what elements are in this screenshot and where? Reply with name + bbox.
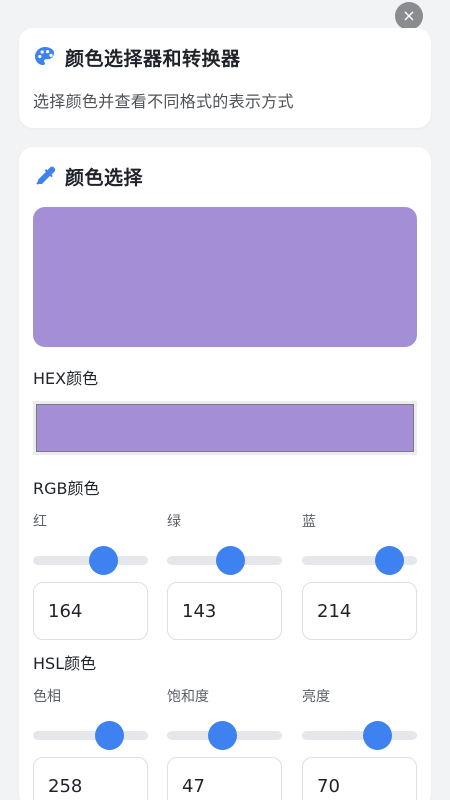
color-preview[interactable]: [33, 207, 417, 347]
blue-label: 蓝: [302, 514, 316, 530]
green-input[interactable]: 143: [167, 582, 282, 640]
hsl-lightness-group: 亮度 70: [302, 686, 417, 800]
slider-thumb[interactable]: [215, 546, 245, 575]
hex-color-swatch: [36, 404, 414, 452]
saturation-label: 饱和度: [167, 689, 209, 705]
hsl-label: HSL颜色: [33, 654, 97, 673]
hue-label: 色相: [33, 689, 61, 705]
picker-title: 颜色选择: [65, 166, 144, 189]
header-title-row: 颜色选择器和转换器: [33, 43, 241, 71]
slider-thumb[interactable]: [95, 721, 125, 750]
saturation-slider[interactable]: [167, 720, 282, 750]
hue-slider[interactable]: [33, 720, 148, 750]
slider-thumb[interactable]: [362, 721, 392, 750]
blue-input[interactable]: 214: [302, 582, 417, 640]
slider-thumb[interactable]: [207, 721, 237, 750]
green-slider[interactable]: [167, 545, 282, 575]
green-label: 绿: [167, 514, 181, 530]
slider-track: [302, 731, 417, 740]
red-input[interactable]: 164: [33, 582, 148, 640]
header-card: 颜色选择器和转换器 选择颜色并查看不同格式的表示方式: [19, 28, 431, 128]
color-picker-card: 颜色选择 HEX颜色 RGB颜色 红 164 绿 143 蓝 214 HSL颜色…: [19, 147, 431, 800]
lightness-input[interactable]: 70: [302, 757, 417, 800]
slider-thumb[interactable]: [375, 546, 404, 575]
slider-track: [33, 731, 148, 740]
rgb-label: RGB颜色: [33, 479, 100, 498]
hsl-hue-group: 色相 258: [33, 686, 148, 800]
rgb-red-group: 红 164: [33, 511, 148, 640]
hex-color-input[interactable]: [33, 401, 417, 455]
lightness-slider[interactable]: [302, 720, 417, 750]
saturation-input[interactable]: 47: [167, 757, 282, 800]
red-label: 红: [33, 514, 47, 530]
hue-input[interactable]: 258: [33, 757, 148, 800]
page-title: 颜色选择器和转换器: [65, 47, 241, 70]
page-subtitle: 选择颜色并查看不同格式的表示方式: [33, 92, 294, 111]
palette-icon: [33, 45, 57, 69]
hsl-saturation-group: 饱和度 47: [167, 686, 282, 800]
lightness-label: 亮度: [302, 689, 330, 705]
red-slider[interactable]: [33, 545, 148, 575]
close-icon: ×: [402, 6, 416, 25]
picker-title-row: 颜色选择: [33, 162, 143, 190]
slider-thumb[interactable]: [88, 546, 118, 575]
rgb-green-group: 绿 143: [167, 511, 282, 640]
close-button[interactable]: ×: [395, 2, 423, 30]
hex-label: HEX颜色: [33, 369, 99, 388]
blue-slider[interactable]: [302, 545, 417, 575]
eyedropper-icon: [33, 164, 57, 188]
rgb-blue-group: 蓝 214: [302, 511, 417, 640]
